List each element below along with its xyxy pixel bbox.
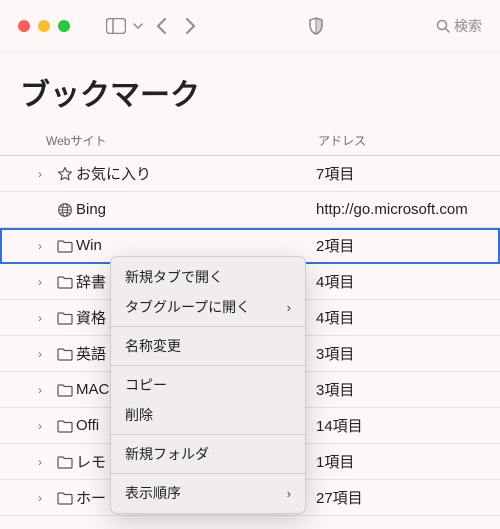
menu-separator (111, 434, 305, 435)
folder-icon (54, 419, 76, 433)
table-header: Webサイト アドレス (0, 132, 500, 156)
menu-separator (111, 326, 305, 327)
disclosure-triangle-icon[interactable]: › (38, 275, 54, 289)
bookmark-name: Win (76, 237, 316, 254)
disclosure-triangle-icon[interactable]: › (38, 419, 54, 433)
globe-icon (54, 202, 76, 218)
chevron-right-icon: › (287, 486, 291, 501)
folder-icon (54, 347, 76, 361)
bookmark-address: http://go.microsoft.com (316, 201, 500, 218)
search-field[interactable]: 検索 (436, 16, 482, 36)
chevron-down-icon (132, 14, 144, 38)
window-controls (18, 20, 70, 32)
table-row[interactable]: › お気に入り7項目 (0, 156, 500, 192)
menu-sort-order[interactable]: 表示順序 › (111, 478, 305, 508)
bookmark-name: お気に入り (76, 163, 316, 184)
bookmark-address: 2項目 (316, 235, 500, 256)
disclosure-triangle-icon[interactable]: › (38, 383, 54, 397)
search-icon (436, 19, 450, 33)
sidebar-toggle-group[interactable] (102, 14, 144, 38)
privacy-shield-icon[interactable] (302, 14, 330, 38)
disclosure-triangle-icon[interactable]: › (38, 167, 54, 181)
menu-new-folder[interactable]: 新規フォルダ (111, 439, 305, 469)
folder-icon (54, 383, 76, 397)
context-menu: 新規タブで開く タブグループに開く › 名称変更 コピー 削除 新規フォルダ 表… (110, 256, 306, 514)
bookmark-address: 3項目 (316, 379, 500, 400)
bookmark-address: 27項目 (316, 487, 500, 508)
table-row[interactable]: Binghttp://go.microsoft.com (0, 192, 500, 228)
column-header-address[interactable]: アドレス (318, 132, 500, 149)
folder-icon (54, 275, 76, 289)
menu-open-new-tab[interactable]: 新規タブで開く (111, 262, 305, 292)
column-header-website[interactable]: Webサイト (46, 132, 318, 149)
bookmark-address: 7項目 (316, 163, 500, 184)
zoom-window-button[interactable] (58, 20, 70, 32)
page-title: ブックマーク (0, 52, 500, 132)
menu-open-tab-group[interactable]: タブグループに開く › (111, 292, 305, 322)
bookmark-address: 14項目 (316, 415, 500, 436)
disclosure-triangle-icon[interactable]: › (38, 239, 54, 253)
folder-icon (54, 491, 76, 505)
chevron-right-icon: › (287, 300, 291, 315)
bookmark-address: 4項目 (316, 271, 500, 292)
folder-icon (54, 455, 76, 469)
disclosure-triangle-icon[interactable]: › (38, 491, 54, 505)
bookmark-name: Bing (76, 201, 316, 218)
menu-delete[interactable]: 削除 (111, 400, 305, 430)
menu-separator (111, 365, 305, 366)
disclosure-triangle-icon[interactable]: › (38, 347, 54, 361)
folder-icon (54, 311, 76, 325)
bookmark-address: 3項目 (316, 343, 500, 364)
sidebar-icon (102, 14, 130, 38)
forward-button[interactable] (184, 17, 196, 35)
disclosure-triangle-icon[interactable]: › (38, 311, 54, 325)
search-placeholder: 検索 (454, 16, 482, 36)
bookmark-address: 4項目 (316, 307, 500, 328)
folder-icon (54, 239, 76, 253)
menu-separator (111, 473, 305, 474)
bookmark-address: 1項目 (316, 451, 500, 472)
navigation-arrows (156, 17, 196, 35)
window-toolbar: 検索 (0, 0, 500, 52)
menu-copy[interactable]: コピー (111, 370, 305, 400)
star-icon (54, 166, 76, 182)
menu-rename[interactable]: 名称変更 (111, 331, 305, 361)
back-button[interactable] (156, 17, 168, 35)
close-window-button[interactable] (18, 20, 30, 32)
disclosure-triangle-icon[interactable]: › (38, 455, 54, 469)
minimize-window-button[interactable] (38, 20, 50, 32)
